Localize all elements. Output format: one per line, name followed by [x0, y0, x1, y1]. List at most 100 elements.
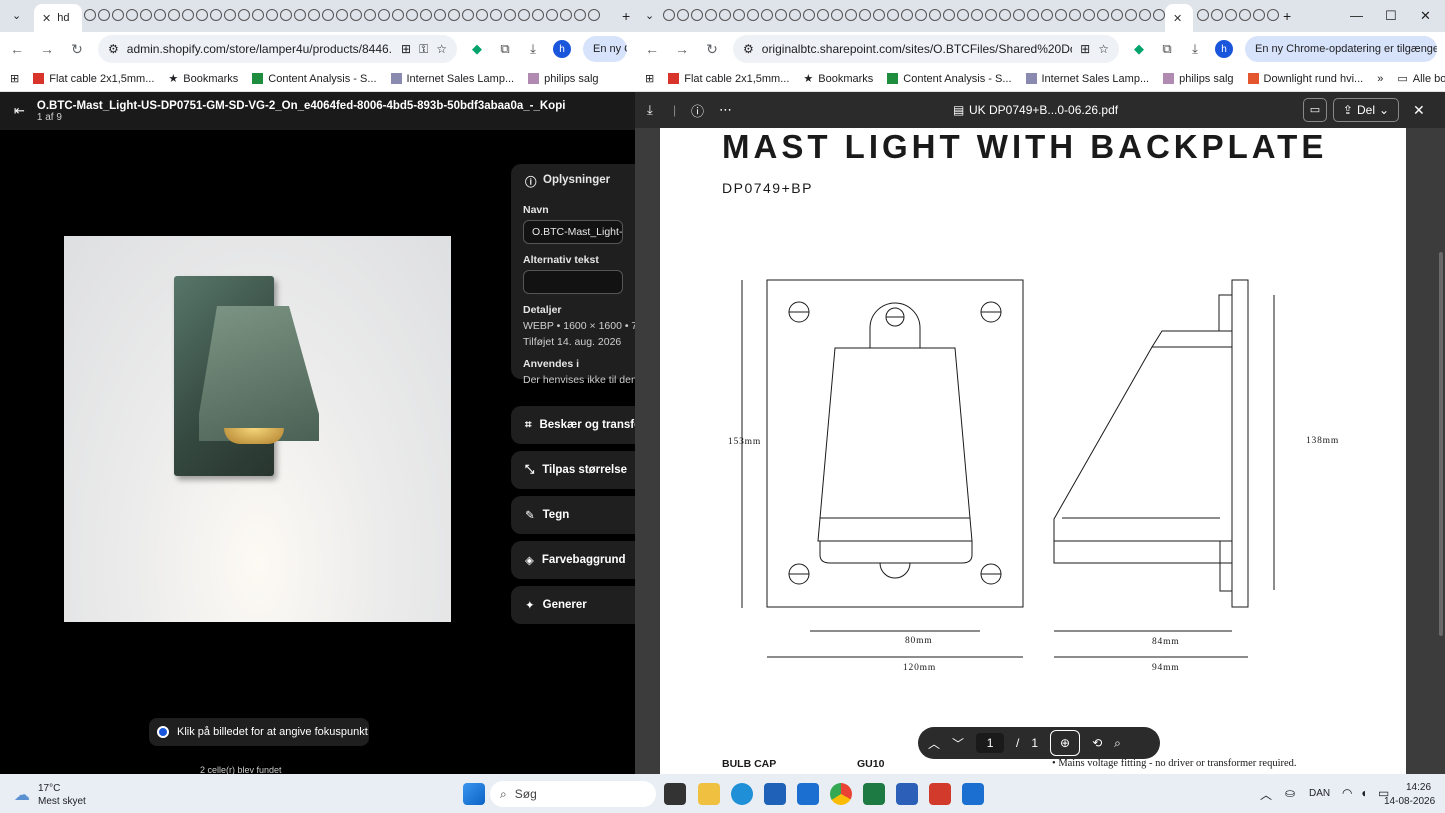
bookmark-star-icon[interactable]: ☆ — [436, 42, 447, 56]
rotate-icon[interactable]: ⟲ — [1092, 736, 1102, 750]
search-icon[interactable]: ⌕ — [1114, 736, 1121, 751]
address-bar[interactable]: ⚙ originalbtc.sharepoint.com/sites/O.BTC… — [733, 35, 1119, 63]
draw-button[interactable]: ✎ Tegn — [511, 496, 635, 534]
excel-icon[interactable] — [863, 783, 885, 805]
bookmark-item[interactable]: Flat cable 2x1,5mm... — [668, 73, 789, 85]
back-icon[interactable]: ← — [643, 41, 661, 57]
bookmark-item[interactable]: ★ Bookmarks — [168, 72, 238, 86]
pinned-tabs-right[interactable] — [663, 9, 1165, 21]
weather-text[interactable]: Mest skyet — [38, 796, 86, 807]
address-bar[interactable]: ⚙ admin.shopify.com/store/lamper4u/produ… — [98, 35, 457, 63]
edge-icon[interactable] — [731, 783, 753, 805]
alt-text-input[interactable] — [523, 270, 623, 294]
pdf-scrollbar[interactable] — [1439, 252, 1443, 636]
bookmark-item[interactable]: Content Analysis - S... — [252, 73, 377, 85]
new-tab-icon[interactable]: + — [1283, 8, 1291, 24]
profile-avatar[interactable]: h — [553, 40, 571, 58]
more-icon[interactable]: ⋯ — [719, 102, 732, 118]
tab-search-icon[interactable]: ⌄ — [645, 9, 654, 22]
focus-point-hint[interactable]: Klik på billedet for at angive fokuspunk… — [149, 718, 369, 746]
bookmark-star-icon[interactable]: ☆ — [1098, 42, 1109, 56]
bookmark-item[interactable]: Internet Sales Lamp... — [390, 73, 514, 85]
tab-active[interactable]: ✕ hd — [34, 4, 82, 32]
share-button[interactable]: ⇪ Del ⌄ — [1333, 98, 1399, 122]
all-bookmarks[interactable]: ▭Alle bogmærker — [1397, 72, 1445, 86]
extensions-puzzle-icon[interactable]: ⧉ — [497, 41, 513, 57]
close-tab-icon[interactable]: ✕ — [42, 12, 51, 25]
media-viewer: ⇤ O.BTC-Mast_Light-US-DP0751-GM-SD-VG-2_… — [0, 92, 635, 774]
chrome-icon[interactable] — [830, 783, 852, 805]
task-view-icon[interactable] — [664, 783, 686, 805]
extension-icon[interactable]: ◆ — [469, 41, 485, 57]
clock-date[interactable]: 14-08-2026 — [1384, 796, 1435, 807]
file-explorer-icon[interactable] — [698, 783, 720, 805]
download-icon[interactable]: ⤓ — [647, 102, 653, 118]
bookmark-item[interactable]: Content Analysis - S... — [887, 73, 1012, 85]
start-icon[interactable] — [463, 783, 485, 805]
new-tab-icon[interactable]: + — [622, 8, 630, 24]
word-icon[interactable] — [896, 783, 918, 805]
page-number-input[interactable]: 1 — [976, 733, 1005, 753]
translate-icon[interactable]: ⊞ — [1080, 42, 1090, 56]
clock-time[interactable]: 14:26 — [1406, 782, 1431, 793]
taskbar-search[interactable]: ⌕ Søg — [490, 781, 656, 807]
name-input[interactable]: O.BTC-Mast_Light-US — [523, 220, 623, 244]
product-image[interactable] — [64, 236, 451, 622]
translate-icon[interactable]: ⊞ — [401, 42, 411, 56]
site-info-icon[interactable]: ⚙ — [743, 42, 754, 56]
weather-icon[interactable]: ☁ — [14, 785, 30, 805]
tab-active-right[interactable]: ✕ — [1165, 4, 1193, 32]
close-window-icon[interactable]: ✕ — [1420, 8, 1431, 24]
bookmark-item[interactable]: philips salg — [528, 73, 599, 85]
download-icon[interactable]: ⤓ — [525, 41, 541, 57]
network-drive-icon[interactable]: ⛀ — [1285, 786, 1295, 800]
minimize-icon[interactable]: — — [1350, 8, 1363, 23]
pinned-tabs-right-2[interactable] — [1197, 9, 1279, 21]
outlook-2-icon[interactable] — [962, 783, 984, 805]
bookmark-item[interactable]: Downlight rund hvi... — [1247, 73, 1363, 85]
more-bookmarks-icon[interactable]: » — [1377, 73, 1383, 85]
bookmark-item[interactable]: philips salg — [1163, 73, 1234, 85]
store-icon[interactable] — [764, 783, 786, 805]
maximize-icon[interactable]: ☐ — [1385, 8, 1397, 24]
apps-grid-icon[interactable]: ⊞ — [10, 72, 19, 85]
extension-icon[interactable]: ◆ — [1131, 41, 1147, 57]
crop-transform-button[interactable]: ⌗ Beskær og transfo — [511, 406, 635, 444]
comment-icon[interactable]: ▭ — [1303, 98, 1327, 122]
temperature[interactable]: 17°C — [38, 783, 60, 794]
background-color-button[interactable]: ◈ Farvebaggrund — [511, 541, 635, 579]
info-icon[interactable]: ⓘ — [691, 101, 704, 120]
language-indicator[interactable]: DAN — [1309, 788, 1330, 799]
prev-page-icon[interactable]: ︿ — [928, 735, 940, 752]
zoom-in-icon[interactable]: ⊕ — [1050, 730, 1081, 756]
bookmark-item[interactable]: ★ Bookmarks — [803, 72, 873, 86]
update-chip[interactable]: En ny Chrome-opdatering er tilgængelig — [1245, 36, 1437, 62]
exit-icon[interactable]: ⇤ — [14, 103, 25, 119]
extensions-puzzle-icon[interactable]: ⧉ — [1159, 41, 1175, 57]
bookmark-item[interactable]: Flat cable 2x1,5mm... — [33, 73, 154, 85]
update-chip[interactable]: En ny Chro — [583, 36, 627, 62]
password-icon[interactable]: ⚿ — [419, 42, 428, 57]
next-page-icon[interactable]: ﹀ — [952, 735, 964, 752]
forward-icon[interactable]: → — [673, 41, 691, 57]
resize-button[interactable]: ⤡ Tilpas størrelse — [511, 451, 635, 489]
profile-avatar[interactable]: h — [1215, 40, 1233, 58]
wifi-icon[interactable]: ◠ — [1342, 786, 1352, 800]
reload-icon[interactable]: ↻ — [703, 41, 721, 58]
apps-grid-icon[interactable]: ⊞ — [645, 72, 654, 85]
acrobat-icon[interactable] — [929, 783, 951, 805]
site-info-icon[interactable]: ⚙ — [108, 42, 119, 56]
outlook-icon[interactable] — [797, 783, 819, 805]
volume-icon[interactable]: ◖ — [1360, 786, 1367, 800]
close-tab-icon[interactable]: ✕ — [1173, 12, 1182, 25]
tab-search-icon[interactable]: ⌄ — [12, 9, 21, 22]
chevron-up-icon[interactable]: ︿ — [1260, 786, 1272, 803]
back-icon[interactable]: ← — [8, 41, 26, 57]
reload-icon[interactable]: ↻ — [68, 41, 86, 58]
download-icon[interactable]: ⤓ — [1187, 41, 1203, 57]
close-pdf-icon[interactable]: ✕ — [1413, 102, 1425, 119]
generate-button[interactable]: ✦ Generer — [511, 586, 635, 624]
bookmark-item[interactable]: Internet Sales Lamp... — [1025, 73, 1149, 85]
pinned-tabs[interactable] — [84, 9, 600, 21]
forward-icon[interactable]: → — [38, 41, 56, 57]
